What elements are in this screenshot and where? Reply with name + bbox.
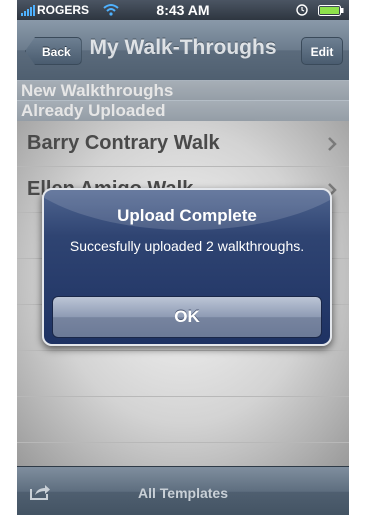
all-templates-button[interactable]: All Templates	[17, 485, 349, 501]
alert-message: Succesfully uploaded 2 walkthroughs.	[69, 238, 305, 254]
lock-icon	[296, 4, 308, 16]
row-divider	[17, 396, 349, 397]
upload-complete-alert: Upload Complete Succesfully uploaded 2 w…	[42, 188, 332, 346]
row-label: Barry Contrary Walk	[27, 132, 220, 154]
navigation-bar: Back My Walk-Throughs Edit	[17, 20, 349, 81]
section-header-new: New Walkthroughs	[17, 80, 349, 101]
ok-button[interactable]: OK	[52, 296, 322, 338]
battery-icon	[318, 5, 344, 16]
bottom-toolbar: All Templates	[17, 466, 349, 515]
row-divider	[17, 442, 349, 443]
alert-title: Upload Complete	[117, 206, 257, 225]
row-divider	[17, 350, 349, 351]
section-header-uploaded: Already Uploaded	[17, 100, 349, 121]
phone-screen: ROGERS 8:43 AM Back My Walk-Throughs Edi…	[17, 0, 349, 515]
table-row[interactable]: Barry Contrary Walk	[17, 121, 349, 167]
chevron-right-icon	[328, 137, 337, 151]
edit-button[interactable]: Edit	[301, 37, 343, 65]
page-title: My Walk-Throughs	[89, 36, 277, 59]
status-bar: ROGERS 8:43 AM	[17, 0, 349, 20]
screen: ROGERS 8:43 AM Back My Walk-Throughs Edi…	[0, 0, 366, 515]
back-button[interactable]: Back	[25, 37, 82, 65]
